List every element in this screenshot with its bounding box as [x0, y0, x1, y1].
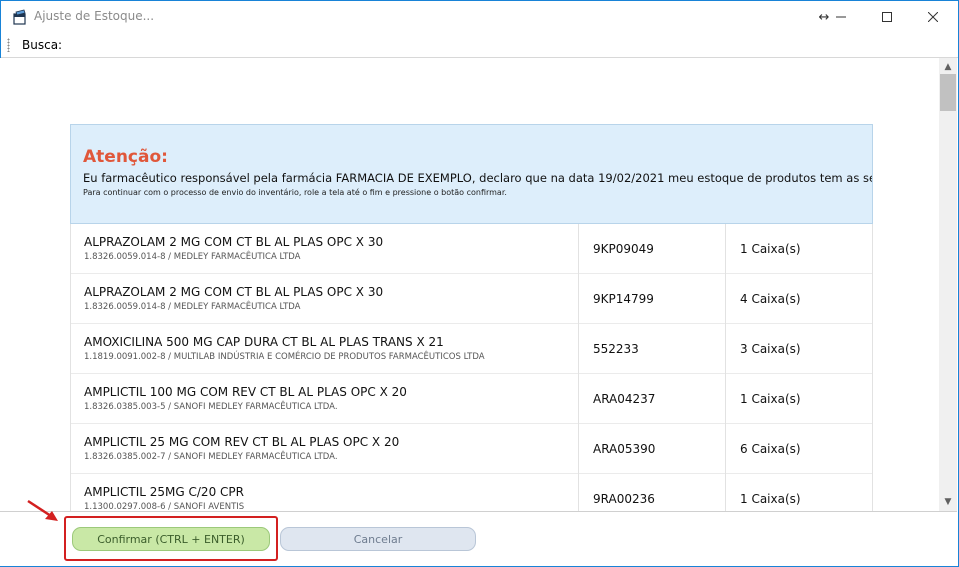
product-lot: 9RA00236: [593, 492, 655, 506]
notice-title: Atenção:: [83, 147, 168, 167]
qty-cell: 6 Caixa(s): [726, 424, 873, 474]
product-detail: 1.1819.0091.002-8 / MULTILAB INDÚSTRIA E…: [84, 352, 485, 362]
product-lot: 9KP14799: [593, 292, 654, 306]
product-cell: AMOXICILINA 500 MG CAP DURA CT BL AL PLA…: [71, 324, 579, 374]
search-input[interactable]: [62, 34, 322, 56]
product-detail: 1.8326.0059.014-8 / MEDLEY FARMACÊUTICA …: [84, 302, 301, 312]
product-name: AMOXICILINA 500 MG CAP DURA CT BL AL PLA…: [84, 335, 444, 349]
table-row: AMPLICTIL 100 MG COM REV CT BL AL PLAS O…: [71, 374, 872, 424]
inventory-content[interactable]: Atenção: Eu farmacêutico responsável pel…: [0, 58, 939, 511]
lot-cell: 9KP14799: [579, 274, 726, 324]
product-cell: AMPLICTIL 100 MG COM REV CT BL AL PLAS O…: [71, 374, 579, 424]
product-detail: 1.1300.0297.008-6 / SANOFI AVENTIS: [84, 502, 245, 511]
cancel-button[interactable]: Cancelar: [280, 527, 476, 551]
qty-cell: 1 Caixa(s): [726, 374, 873, 424]
qty-cell: 3 Caixa(s): [726, 324, 873, 374]
lot-cell: 9RA00236: [579, 474, 726, 511]
maximize-button[interactable]: [864, 1, 910, 33]
product-quantity: 6 Caixa(s): [740, 442, 801, 456]
product-cell: ALPRAZOLAM 2 MG COM CT BL AL PLAS OPC X …: [71, 274, 579, 324]
products-table: ALPRAZOLAM 2 MG COM CT BL AL PLAS OPC X …: [70, 224, 873, 511]
search-toolbar: Busca:: [1, 33, 958, 58]
table-row: AMOXICILINA 500 MG CAP DURA CT BL AL PLA…: [71, 324, 872, 374]
qty-cell: 1 Caixa(s): [726, 224, 873, 274]
notice-declaration: Eu farmacêutico responsável pela farmáci…: [83, 171, 873, 185]
search-label: Busca:: [22, 38, 63, 52]
table-row: AMPLICTIL 25 MG COM REV CT BL AL PLAS OP…: [71, 424, 872, 474]
confirm-button[interactable]: Confirmar (CTRL + ENTER): [72, 527, 270, 551]
qty-cell: 1 Caixa(s): [726, 474, 873, 511]
product-lot: ARA05390: [593, 442, 656, 456]
scroll-up-icon[interactable]: ▲: [939, 60, 957, 74]
product-cell: ALPRAZOLAM 2 MG COM CT BL AL PLAS OPC X …: [71, 224, 579, 274]
product-name: ALPRAZOLAM 2 MG COM CT BL AL PLAS OPC X …: [84, 235, 384, 249]
attention-notice: Atenção: Eu farmacêutico responsável pel…: [70, 124, 873, 224]
product-name: AMPLICTIL 25MG C/20 CPR: [84, 485, 244, 499]
product-lot: 552233: [593, 342, 639, 356]
lot-cell: 552233: [579, 324, 726, 374]
close-icon: [928, 12, 938, 22]
product-detail: 1.8326.0385.002-7 / SANOFI MEDLEY FARMAC…: [84, 452, 338, 462]
product-name: AMPLICTIL 100 MG COM REV CT BL AL PLAS O…: [84, 385, 407, 399]
product-cell: AMPLICTIL 25 MG COM REV CT BL AL PLAS OP…: [71, 424, 579, 474]
table-row: AMPLICTIL 25MG C/20 CPR 1.1300.0297.008-…: [71, 474, 872, 511]
product-detail: 1.8326.0059.014-8 / MEDLEY FARMACÊUTICA …: [84, 252, 301, 262]
product-quantity: 4 Caixa(s): [740, 292, 801, 306]
red-arrow-icon: [27, 499, 58, 521]
close-button[interactable]: [910, 1, 956, 33]
product-detail: 1.8326.0385.003-5 / SANOFI MEDLEY FARMAC…: [84, 402, 338, 412]
table-row: ALPRAZOLAM 2 MG COM CT BL AL PLAS OPC X …: [71, 224, 872, 274]
scroll-down-icon[interactable]: ▼: [939, 495, 957, 509]
maximize-icon: [882, 12, 892, 22]
app-icon: [13, 9, 26, 25]
lot-cell: ARA05390: [579, 424, 726, 474]
product-name: AMPLICTIL 25 MG COM REV CT BL AL PLAS OP…: [84, 435, 400, 449]
product-quantity: 1 Caixa(s): [740, 242, 801, 256]
product-quantity: 1 Caixa(s): [740, 492, 801, 506]
notice-instruction: Para continuar com o processo de envio d…: [83, 188, 507, 197]
toolbar-grip-icon[interactable]: [7, 38, 10, 52]
product-quantity: 1 Caixa(s): [740, 392, 801, 406]
product-lot: 9KP09049: [593, 242, 654, 256]
vertical-scrollbar[interactable]: ▲ ▼: [939, 58, 957, 511]
lot-cell: ARA04237: [579, 374, 726, 424]
product-quantity: 3 Caixa(s): [740, 342, 801, 356]
scroll-thumb[interactable]: [940, 74, 956, 111]
product-name: ALPRAZOLAM 2 MG COM CT BL AL PLAS OPC X …: [84, 285, 384, 299]
minimize-button[interactable]: [818, 1, 864, 33]
title-bar: Ajuste de Estoque... ↔: [1, 1, 958, 33]
minimize-icon: [836, 16, 846, 18]
lot-cell: 9KP09049: [579, 224, 726, 274]
product-cell: AMPLICTIL 25MG C/20 CPR 1.1300.0297.008-…: [71, 474, 579, 511]
product-lot: ARA04237: [593, 392, 656, 406]
table-row: ALPRAZOLAM 2 MG COM CT BL AL PLAS OPC X …: [71, 274, 872, 324]
window-title: Ajuste de Estoque...: [34, 9, 155, 23]
qty-cell: 4 Caixa(s): [726, 274, 873, 324]
